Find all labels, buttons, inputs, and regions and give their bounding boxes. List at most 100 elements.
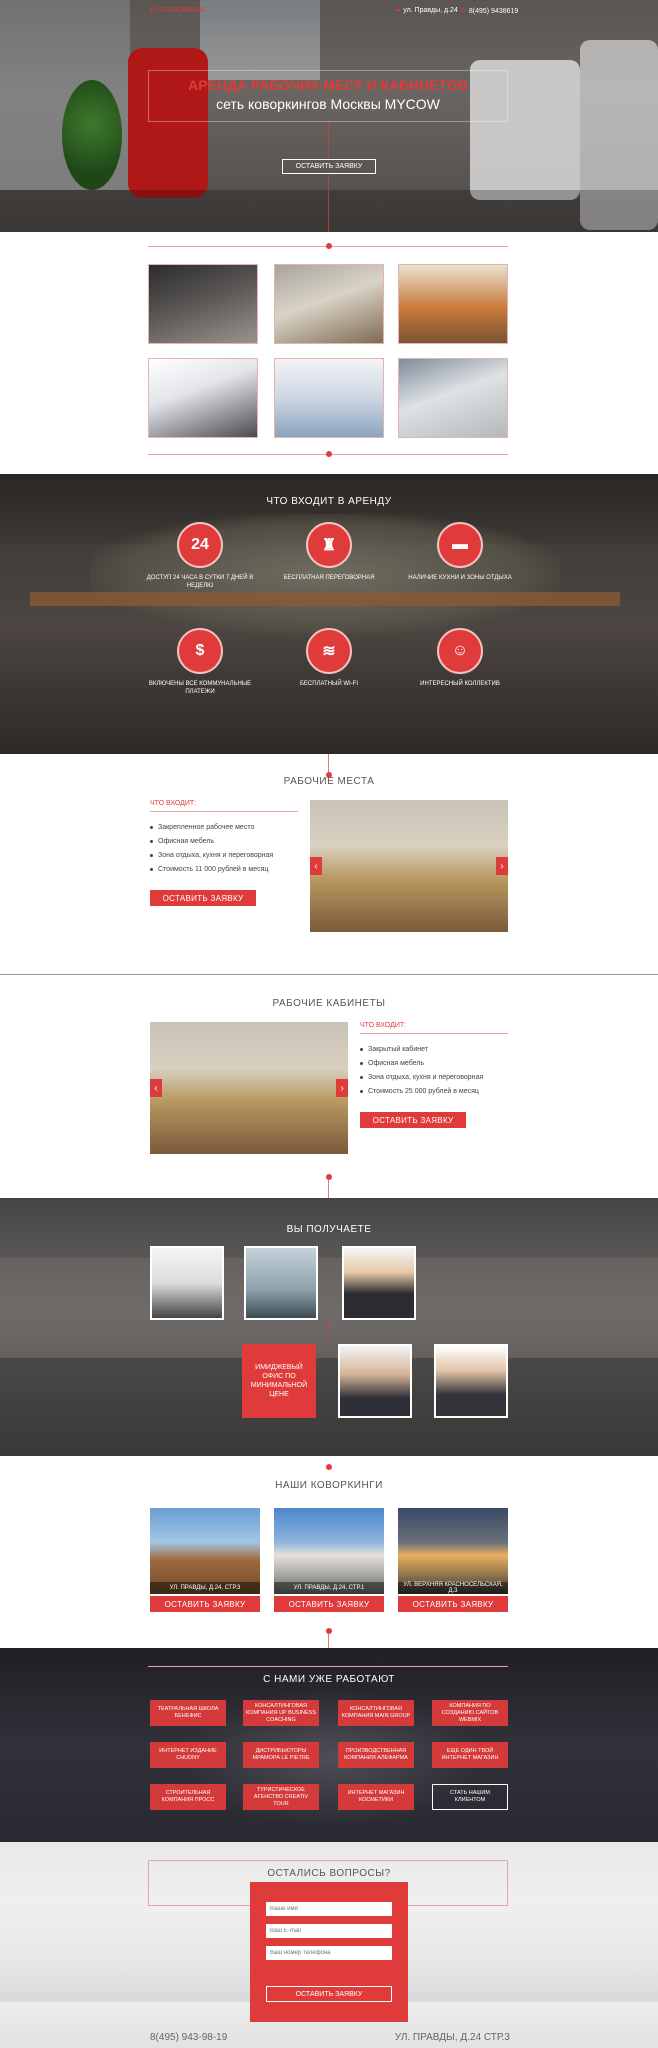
workplaces-request-button[interactable]: ОСТАВИТЬ ЗАЯВКУ <box>150 890 256 906</box>
coworking-caption: УЛ. ПРАВДЫ, Д.24, СТР.3 <box>150 1582 260 1594</box>
divider-dot <box>326 243 332 249</box>
sofa-icon: ▬ <box>437 522 483 568</box>
feature-item: ≋ БЕСПЛАТНЫЙ WI-FI <box>269 628 389 688</box>
money-hand-icon: $ <box>177 628 223 674</box>
gallery-image[interactable] <box>148 264 258 344</box>
contact-submit-button[interactable]: ОСТАВИТЬ ЗАЯВКУ <box>266 1986 392 2002</box>
become-client-button[interactable]: СТАТЬ НАШИМ КЛИЕНТОМ <box>432 1784 508 1810</box>
gallery-image[interactable] <box>148 358 258 438</box>
client-logo: ТУРИСТИЧЕСКОЕ АГЕНСТВО CREATIV TOUR <box>243 1784 319 1810</box>
contact-section: ОСТАЛИСЬ ВОПРОСЫ? ОСТАВИТЬ ЗАЯВКУ 8(495)… <box>0 1842 658 2048</box>
included-label: ЧТО ВХОДИТ: <box>150 800 197 807</box>
you-get-title: ВЫ ПОЛУЧАЕТЕ <box>286 1224 372 1235</box>
clients-title: С НАМИ УЖЕ РАБОТАЮТ <box>263 1674 395 1685</box>
client-logo: КОНСАЛТИНГОВАЯ КОМПАНИЯ UP BUSINESS COAC… <box>243 1700 319 1726</box>
floor-shadow <box>0 190 658 232</box>
client-logo: ПРОИЗВОДСТВЕННАЯ КОМПАНИЯ АЛЕФАРМА <box>338 1742 414 1768</box>
coworking-request-button[interactable]: ОСТАВИТЬ ЗАЯВКУ <box>398 1596 508 1612</box>
divider-line <box>328 1634 329 1648</box>
offices-photo: ‹ › <box>150 1022 348 1154</box>
gallery-image[interactable] <box>398 264 508 344</box>
hero-title-box: АРЕНДА РАБОЧИХ МЕСТ И КАБИНЕТОВ сеть ков… <box>148 70 508 122</box>
client-logo: СТРОИТЕЛЬНАЯ КОМПАНИЯ ПРОСС <box>150 1784 226 1810</box>
divider-line <box>328 754 329 774</box>
hero-request-button[interactable]: ОСТАВИТЬ ЗАЯВКУ <box>282 159 376 174</box>
workplaces-section: РАБОЧИЕ МЕСТА ЧТО ВХОДИТ: Закрепленное р… <box>0 754 658 976</box>
coworking-image[interactable]: УЛ. ПРАВДЫ, Д.24, СТР.1 <box>274 1508 384 1594</box>
offices-list: Закрытый кабинет Офисная мебель Зона отд… <box>360 1046 483 1102</box>
phone-input[interactable] <box>266 1946 392 1960</box>
top-bar: MYCOWORKING ● ул. Правды, д.24 ✆ 8(495) … <box>0 0 658 22</box>
divider-line <box>360 1033 508 1034</box>
footer-address: УЛ. ПРАВДЫ, Д.24 СТР.3 <box>394 2032 510 2043</box>
divider-dot <box>326 1628 332 1634</box>
slider-next-button[interactable]: › <box>496 857 508 875</box>
divider-line <box>328 122 329 159</box>
included-label: ЧТО ВХОДИТ: <box>360 1022 407 1029</box>
phone-icon: ✆ <box>460 8 466 15</box>
list-item: Офисная мебель <box>150 838 273 845</box>
list-item: Стоимость 11 000 рублей в месяц <box>150 866 273 873</box>
client-logo: КОНСАЛТИНГОВАЯ КОМПАНИЯ MAIN GROUP <box>338 1700 414 1726</box>
feature-item: ▬ НАЛИЧИЕ КУХНИ И ЗОНЫ ОТДЫХА <box>400 522 520 582</box>
benefit-image <box>342 1246 416 1320</box>
client-logo: ТЕАТРАЛЬНАЯ ШКОЛА БЕНЕФИС <box>150 1700 226 1726</box>
list-item: Офисная мебель <box>360 1060 483 1067</box>
table-decor <box>30 592 620 606</box>
list-item: Закрепленное рабочее место <box>150 824 273 831</box>
benefit-image <box>434 1344 508 1418</box>
you-get-section: ВЫ ПОЛУЧАЕТЕ ИМИДЖЕВЫЙ ОФИС ПО МИНИМАЛЬН… <box>0 1198 658 1456</box>
divider-line <box>328 1320 329 1344</box>
workplaces-list: Закрепленное рабочее место Офисная мебел… <box>150 824 273 880</box>
offices-request-button[interactable]: ОСТАВИТЬ ЗАЯВКУ <box>360 1112 466 1128</box>
clients-section: С НАМИ УЖЕ РАБОТАЮТ ТЕАТРАЛЬНАЯ ШКОЛА БЕ… <box>0 1648 658 1842</box>
footer-phone[interactable]: 8(495) 943-98-19 <box>150 2032 227 2043</box>
gallery-image[interactable] <box>274 358 384 438</box>
divider-line <box>328 1180 329 1198</box>
workplaces-photo: ‹ › <box>310 800 508 932</box>
location-pin-icon: ● <box>396 7 401 14</box>
gallery-section <box>0 232 658 474</box>
coworking-request-button[interactable]: ОСТАВИТЬ ЗАЯВКУ <box>274 1596 384 1612</box>
benefit-image <box>338 1344 412 1418</box>
divider-dot <box>326 451 332 457</box>
hero-section: MYCOWORKING ● ул. Правды, д.24 ✆ 8(495) … <box>0 0 658 232</box>
offices-section: РАБОЧИЕ КАБИНЕТЫ ‹ › ЧТО ВХОДИТ: Закрыты… <box>0 976 658 1198</box>
header-address: ● ул. Правды, д.24 <box>396 7 458 14</box>
slider-next-button[interactable]: › <box>336 1079 348 1097</box>
email-input[interactable] <box>266 1924 392 1938</box>
contact-form: ОСТАВИТЬ ЗАЯВКУ <box>250 1882 408 2022</box>
coworking-image[interactable]: УЛ. ВЕРХНЯЯ КРАСНОСЕЛЬСКАЯ, Д.3 <box>398 1508 508 1594</box>
workplaces-title: РАБОЧИЕ МЕСТА <box>283 776 375 787</box>
name-input[interactable] <box>266 1902 392 1916</box>
slider-prev-button[interactable]: ‹ <box>150 1079 162 1097</box>
plant-decor <box>62 80 122 190</box>
chair-icon: ♜ <box>306 522 352 568</box>
gallery-image[interactable] <box>398 358 508 438</box>
list-item: Закрытый кабинет <box>360 1046 483 1053</box>
gallery-image[interactable] <box>274 264 384 344</box>
included-title: ЧТО ВХОДИТ В АРЕНДУ <box>266 496 392 507</box>
benefit-image <box>150 1246 224 1320</box>
coworking-request-button[interactable]: ОСТАВИТЬ ЗАЯВКУ <box>150 1596 260 1612</box>
offices-title: РАБОЧИЕ КАБИНЕТЫ <box>272 998 386 1009</box>
coworking-image[interactable]: УЛ. ПРАВДЫ, Д.24, СТР.3 <box>150 1508 260 1594</box>
wifi-icon: ≋ <box>306 628 352 674</box>
feature-item: 24 ДОСТУП 24 ЧАСА В СУТКИ 7 ДНЕЙ В НЕДЕЛ… <box>140 522 260 590</box>
list-item: Зона отдыха, кухня и переговорная <box>360 1074 483 1081</box>
list-item: Стоимость 25 000 рублей в месяц <box>360 1088 483 1095</box>
feature-item: ☺ ИНТЕРЕСНЫЙ КОЛЛЕКТИВ <box>400 628 520 688</box>
hero-subtitle: сеть коворкингов Москвы MYCOW <box>216 96 440 112</box>
slider-prev-button[interactable]: ‹ <box>310 857 322 875</box>
feature-item: ♜ БЕСПЛАТНАЯ ПЕРЕГОВОРНАЯ <box>269 522 389 582</box>
contact-title: ОСТАЛИСЬ ВОПРОСЫ? <box>267 1868 391 1879</box>
coworkings-section: НАШИ КОВОРКИНГИ УЛ. ПРАВДЫ, Д.24, СТР.3 … <box>0 1456 658 1648</box>
client-logo: ИНТЕРНЕТ МАГАЗИН КОСМЕТИКИ <box>338 1784 414 1810</box>
divider-dot <box>326 1174 332 1180</box>
header-phone[interactable]: ✆ 8(495) 9438619 <box>460 7 518 16</box>
logo[interactable]: MYCOWORKING <box>150 7 205 14</box>
feature-item: $ ВКЛЮЧЕНЫ ВСЕ КОММУНАЛЬНЫЕ ПЛАТЕЖИ <box>140 628 260 696</box>
coworking-caption: УЛ. ВЕРХНЯЯ КРАСНОСЕЛЬСКАЯ, Д.3 <box>398 1582 508 1594</box>
client-logo: КОМПАНИЯ ПО СОЗДАНИЮ САЙТОВ WEBMIX <box>432 1700 508 1726</box>
benefit-image <box>244 1246 318 1320</box>
